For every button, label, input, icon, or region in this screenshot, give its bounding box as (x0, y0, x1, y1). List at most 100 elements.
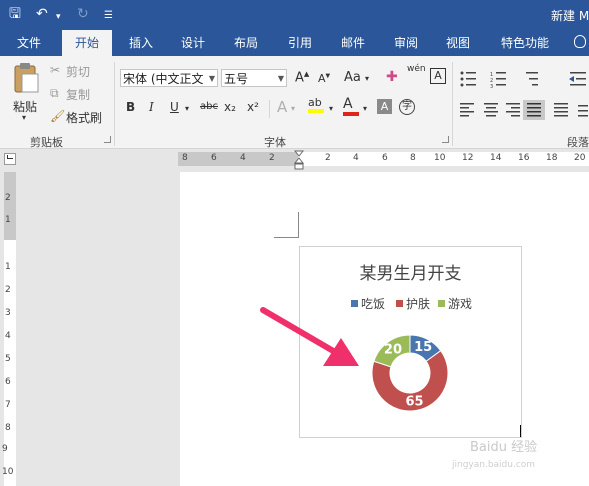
multilevel-list-icon[interactable] (526, 72, 538, 86)
font-size-combo[interactable]: 五号 ▼ (221, 69, 287, 87)
data-label: 65 (405, 395, 423, 410)
italic-button[interactable]: I (149, 100, 154, 114)
lightbulb-icon[interactable] (574, 35, 586, 48)
tab-view[interactable]: 视图 (436, 30, 480, 56)
tab-review[interactable]: 审阅 (384, 30, 428, 56)
indent-marker[interactable] (293, 150, 305, 170)
bullets-icon[interactable] (460, 71, 477, 87)
chevron-down-icon: ▼ (277, 74, 284, 83)
numbering-icon[interactable]: 123 (490, 72, 506, 88)
tab-layout[interactable]: 布局 (224, 30, 268, 56)
font-color-icon[interactable]: A (343, 96, 359, 116)
save-icon[interactable]: 🖫 (9, 5, 21, 23)
bold-button[interactable]: B (126, 100, 135, 114)
legend-item: 护肤 (396, 295, 430, 312)
font-name-value: 宋体 (中文正文 (123, 72, 204, 86)
title-bar: 🖫 ↶ ▾ ↻ ☰ 新建 M (0, 0, 589, 30)
ruler-mark: 18 (546, 153, 558, 163)
underline-dropdown-icon[interactable]: ▾ (185, 104, 189, 113)
cut-button[interactable]: 剪切 (66, 63, 90, 80)
customize-quick-access-icon[interactable]: ☰ (104, 7, 113, 25)
change-case-button[interactable]: Aa (344, 70, 361, 85)
paste-icon[interactable] (12, 62, 40, 94)
chevron-down-icon: ▼ (208, 74, 215, 83)
align-left-icon[interactable] (460, 103, 474, 117)
highlight-dropdown-icon[interactable]: ▾ (329, 104, 333, 113)
redo-icon[interactable]: ↻ (77, 5, 89, 23)
ruler-mark: 2 (5, 285, 11, 295)
superscript-button[interactable]: x² (247, 100, 259, 114)
ruler-mark: 2 (325, 153, 331, 163)
margin-corner-mark (274, 212, 299, 238)
data-label: 15 (414, 340, 432, 355)
list-buttons: 123 (460, 71, 586, 88)
clear-formatting-icon[interactable]: ✚ (386, 69, 398, 85)
text-effects-dropdown-icon[interactable]: ▾ (291, 104, 295, 113)
tab-references[interactable]: 引用 (278, 30, 322, 56)
donut-chart: 15 65 20 (371, 334, 449, 412)
ruler-mark: 8 (410, 153, 416, 163)
strikethrough-button[interactable]: abc (200, 101, 218, 112)
underline-button[interactable]: U (170, 100, 179, 114)
document-title: 新建 M (551, 9, 589, 23)
tab-home[interactable]: 开始 (62, 30, 112, 56)
ribbon: 粘贴 ▾ ✂ 剪切 ⧉ 复制 🖌 格式刷 剪贴板 宋体 (中文正文 ▼ 五号 ▼ A… (0, 56, 589, 149)
change-case-dropdown-icon[interactable]: ▾ (365, 74, 369, 83)
font-size-value: 五号 (224, 72, 249, 86)
decrease-indent-icon[interactable] (569, 72, 586, 86)
copy-button[interactable]: 复制 (66, 86, 90, 103)
clipboard-launcher-icon[interactable] (104, 136, 111, 143)
ruler-mark: 6 (382, 153, 388, 163)
ruler-mark: 1 (5, 215, 11, 225)
ruler-mark: 3 (5, 308, 11, 318)
ruler-mark: 10 (434, 153, 446, 163)
watermark-url: jingyan.baidu.com (452, 460, 536, 470)
character-border-icon[interactable]: A (430, 68, 446, 84)
line-spacing-icon[interactable] (578, 105, 588, 117)
enclose-characters-icon[interactable]: 字 (399, 99, 415, 115)
ruler-mark: 14 (490, 153, 502, 163)
tab-file[interactable]: 文件 (6, 30, 52, 56)
ruler-mark: 4 (353, 153, 359, 163)
font-color-dropdown-icon[interactable]: ▾ (363, 104, 367, 113)
undo-icon[interactable]: ↶ (36, 5, 48, 23)
align-right-icon[interactable] (506, 103, 520, 117)
copy-icon: ⧉ (50, 86, 59, 100)
font-name-combo[interactable]: 宋体 (中文正文 ▼ (120, 69, 218, 87)
shrink-font-icon[interactable]: A▼ (318, 72, 330, 85)
ruler-mark: 9 (2, 444, 8, 454)
button-divider (269, 100, 270, 118)
legend-item: 游戏 (438, 295, 472, 312)
ruler-left-margin (178, 152, 298, 166)
text-effects-icon[interactable]: A (277, 98, 287, 116)
ruler-mark: 8 (5, 423, 11, 433)
tab-insert[interactable]: 插入 (120, 30, 162, 56)
phonetic-guide-button[interactable]: wén (407, 64, 426, 74)
paste-dropdown-icon[interactable]: ▾ (22, 113, 26, 122)
svg-text:3: 3 (490, 84, 493, 88)
font-launcher-icon[interactable] (442, 136, 449, 143)
group-divider (452, 62, 453, 146)
tab-special-features[interactable]: 特色功能 (490, 30, 560, 56)
highlight-icon[interactable]: ab (308, 96, 324, 113)
ruler-mark: 16 (518, 153, 530, 163)
character-shading-icon[interactable]: A (377, 99, 392, 114)
tab-design[interactable]: 设计 (172, 30, 214, 56)
cut-icon: ✂ (50, 63, 61, 77)
annotation-arrow (260, 307, 359, 366)
grow-font-icon[interactable]: A▲ (295, 70, 309, 85)
ruler-mark: 4 (5, 331, 11, 341)
align-center-icon[interactable] (484, 103, 498, 117)
font-group-label: 字体 (264, 136, 286, 149)
undo-dropdown-icon[interactable]: ▾ (56, 8, 61, 26)
tab-mailings[interactable]: 邮件 (331, 30, 375, 56)
subscript-button[interactable]: x₂ (224, 100, 236, 114)
clipboard-group-label: 剪贴板 (30, 136, 63, 149)
tab-selector[interactable] (4, 153, 16, 165)
ruler-mark: 20 (574, 153, 586, 163)
alignment-buttons (460, 100, 588, 120)
distributed-icon[interactable] (554, 103, 568, 117)
ruler-mark: 12 (462, 153, 474, 163)
ruler-mark: 1 (5, 262, 11, 272)
format-painter-button[interactable]: 格式刷 (66, 109, 102, 126)
